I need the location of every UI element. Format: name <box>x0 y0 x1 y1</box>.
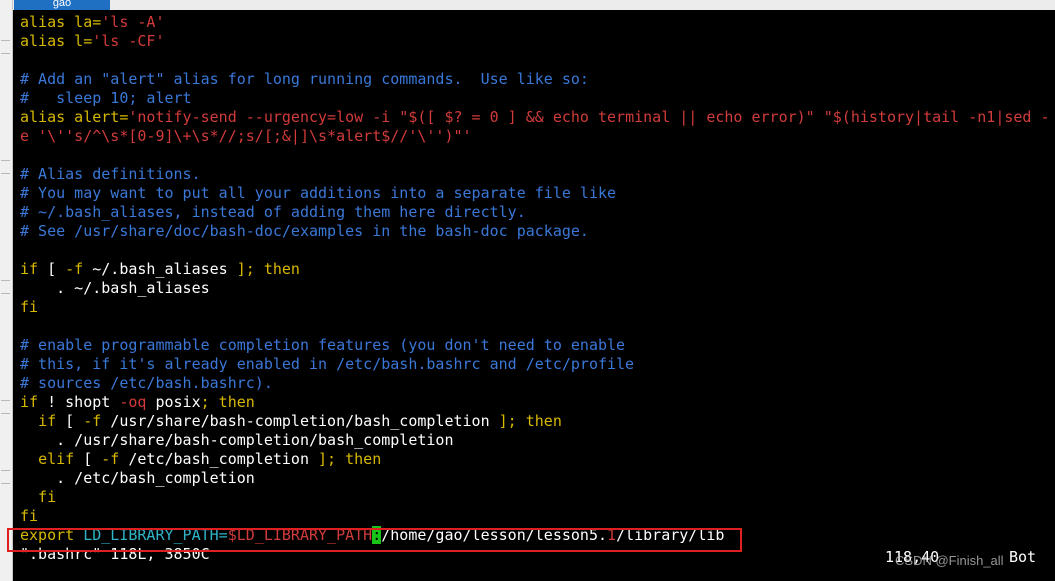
terminal-line: fi <box>20 298 1055 317</box>
code-token: # Alias definitions. <box>20 165 201 183</box>
code-token: . ~/.bash_aliases <box>20 279 210 297</box>
code-token: if <box>20 393 39 411</box>
scroll-indicator: Bot <box>1009 548 1037 566</box>
code-token: e '\''s/^\s*[0-9]\+\s*//;s/[;&|]\s*alert… <box>20 127 472 145</box>
code-token: alias l= <box>20 32 93 50</box>
code-token: alias alert= <box>20 108 129 126</box>
terminal-line: fi <box>20 488 1055 507</box>
terminal-line: # sources /etc/bash.bashrc). <box>20 374 1055 393</box>
terminal-line: # Add an "alert" alias for long running … <box>20 70 1055 89</box>
terminal-line: alias alert='notify-send --urgency=low -… <box>20 108 1055 127</box>
code-token: . /etc/bash_completion <box>20 469 255 487</box>
terminal-line: fi <box>20 507 1055 526</box>
terminal-line: . ~/.bash_aliases <box>20 279 1055 298</box>
gutter-mark <box>1 160 10 174</box>
code-token: [ <box>74 450 102 468</box>
terminal-line: if [ -f ~/.bash_aliases ]; then <box>20 260 1055 279</box>
code-token: posix <box>146 393 201 411</box>
code-token: ]; <box>498 412 517 430</box>
code-token: if <box>20 260 39 278</box>
code-token: . /usr/share/bash-completion/bash_comple… <box>20 431 454 449</box>
code-token: [ <box>38 260 66 278</box>
code-token: -oq <box>110 393 147 411</box>
code-token: fi <box>20 507 39 525</box>
watermark: CSDN @Finish_all <box>895 553 1004 568</box>
code-token: -f <box>101 450 120 468</box>
terminal-line: alias l='ls -CF' <box>20 32 1055 51</box>
gutter-mark <box>1 400 10 414</box>
code-token: elif <box>38 450 75 468</box>
code-token: ]; <box>318 450 337 468</box>
code-token: # See /usr/share/doc/bash-doc/examples i… <box>20 222 589 240</box>
code-token: -f <box>65 260 84 278</box>
code-token: alias la= <box>20 13 102 31</box>
terminal-line: elif [ -f /etc/bash_completion ]; then <box>20 450 1055 469</box>
code-token: # enable programmable completion feature… <box>20 336 626 354</box>
code-token: /etc/bash_completion <box>119 450 319 468</box>
code-token: if <box>38 412 57 430</box>
code-token: 'ls -A' <box>101 13 165 31</box>
terminal-line: e '\''s/^\s*[0-9]\+\s*//;s/[;&|]\s*alert… <box>20 127 1055 146</box>
terminal-line: # enable programmable completion feature… <box>20 336 1055 355</box>
terminal-line: # sleep 10; alert <box>20 89 1055 108</box>
code-token: then <box>254 260 300 278</box>
code-token: fi <box>20 298 39 316</box>
code-token: 'ls -CF' <box>92 32 165 50</box>
code-token: # Add an "alert" alias for long running … <box>20 70 589 88</box>
code-token: fi <box>20 488 57 506</box>
code-token: 'notify-send --urgency=low -i "$([ $? = … <box>128 108 1050 126</box>
terminal-line: if [ -f /usr/share/bash-completion/bash_… <box>20 412 1055 431</box>
code-token: then <box>336 450 382 468</box>
code-token: # this, if it's already enabled in /etc/… <box>20 355 635 373</box>
code-token: /usr/share/bash-completion/bash_completi… <box>101 412 499 430</box>
terminal-line: . /usr/share/bash-completion/bash_comple… <box>20 431 1055 450</box>
terminal-line: . /etc/bash_completion <box>20 469 1055 488</box>
code-token: # sleep 10; alert <box>20 89 192 107</box>
code-token: [ <box>56 412 84 430</box>
code-token: shopt <box>65 393 111 411</box>
code-token: # ~/.bash_aliases, instead of adding the… <box>20 203 526 221</box>
gutter-mark <box>1 470 10 484</box>
highlight-box <box>7 528 742 552</box>
tab-bar: gao <box>0 0 1055 10</box>
terminal-line: # You may want to put all your additions… <box>20 184 1055 203</box>
terminal-line: # See /usr/share/doc/bash-doc/examples i… <box>20 222 1055 241</box>
terminal-line: if ! shopt -oq posix; then <box>20 393 1055 412</box>
gutter-mark <box>1 280 10 294</box>
left-gutter <box>0 0 13 581</box>
code-token: # sources /etc/bash.bashrc). <box>20 374 273 392</box>
code-token: ~/.bash_aliases <box>83 260 237 278</box>
terminal-line: # ~/.bash_aliases, instead of adding the… <box>20 203 1055 222</box>
code-token: then <box>516 412 562 430</box>
session-tab[interactable]: gao <box>14 0 110 10</box>
code-token: ; <box>200 393 210 411</box>
code-token: # You may want to put all your additions… <box>20 184 617 202</box>
session-tab-label: gao <box>52 0 72 9</box>
code-token: -f <box>83 412 102 430</box>
code-token: ]; <box>236 260 255 278</box>
terminal-buffer[interactable]: alias la='ls -A' alias l='ls -CF' # Add a… <box>20 13 1055 581</box>
terminal-line: alias la='ls -A' <box>20 13 1055 32</box>
code-token: ! <box>38 393 66 411</box>
terminal-line: # this, if it's already enabled in /etc/… <box>20 355 1055 374</box>
terminal-line: # Alias definitions. <box>20 165 1055 184</box>
gutter-mark <box>1 40 10 54</box>
code-token: then <box>209 393 255 411</box>
